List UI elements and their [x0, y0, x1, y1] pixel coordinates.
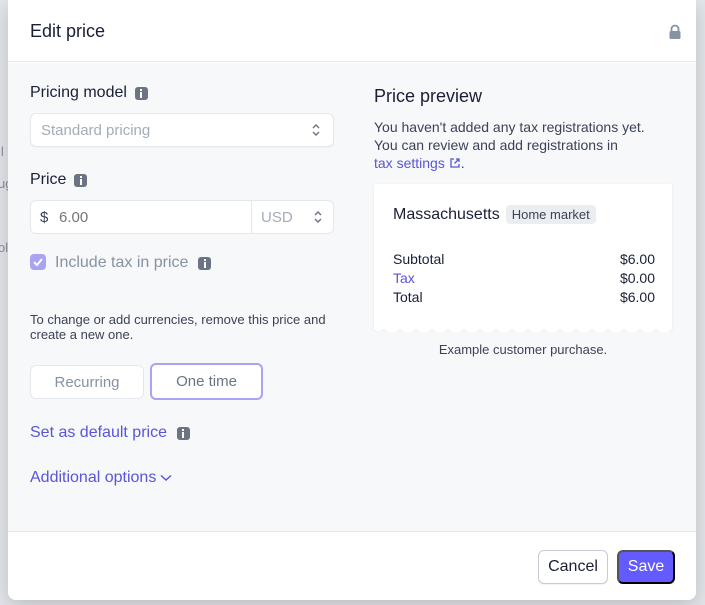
include-tax-checkbox[interactable] — [30, 254, 46, 270]
set-default-price-link[interactable]: Set as default price — [30, 424, 190, 442]
preview-caption: Example customer purchase. — [438, 342, 608, 357]
external-link-icon — [450, 158, 460, 168]
region-row: Massachusetts Home market — [393, 205, 596, 224]
tax-link[interactable]: Tax — [393, 270, 415, 286]
region-name: Massachusetts — [393, 205, 500, 223]
price-preview-description: You haven't added any tax registrations … — [374, 118, 674, 172]
lock-icon — [669, 24, 681, 39]
recurring-button[interactable]: Recurring — [30, 365, 144, 399]
receipt-card: Massachusetts Home market Subtotal $6.00… — [374, 184, 672, 329]
price-label-text: Price — [30, 171, 67, 188]
description-line: You can review and add registrations in — [374, 137, 618, 153]
price-label: Price — [30, 171, 88, 189]
cancel-button[interactable]: Cancel — [538, 550, 608, 584]
info-icon[interactable] — [176, 426, 190, 440]
additional-options-text: Additional options — [30, 469, 157, 486]
save-button[interactable]: Save — [617, 550, 675, 584]
pricing-model-value: Standard pricing — [41, 122, 151, 139]
include-tax-label: Include tax in price — [55, 254, 212, 272]
price-preview-title: Price preview — [374, 86, 483, 106]
include-tax-label-text: Include tax in price — [55, 254, 189, 271]
row-label: Total — [393, 289, 423, 305]
home-market-badge: Home market — [505, 205, 596, 224]
info-icon[interactable] — [134, 86, 148, 100]
receipt-row: Tax $0.00 — [393, 270, 655, 286]
modal-footer: Cancel Save — [8, 531, 696, 600]
description-period: . — [460, 155, 465, 171]
one-time-button[interactable]: One time — [150, 363, 263, 400]
tax-settings-link-text: tax settings — [374, 155, 445, 171]
price-field: $ USD — [30, 200, 334, 234]
modal-title: Edit price — [30, 21, 106, 41]
pricing-model-select[interactable]: Standard pricing — [30, 113, 334, 147]
row-value: $6.00 — [619, 251, 655, 267]
chevron-updown-icon — [312, 124, 320, 136]
set-default-price-text: Set as default price — [30, 424, 167, 441]
row-value: $0.00 — [619, 270, 655, 286]
background-text: ol — [0, 240, 9, 255]
description-line: You haven't added any tax registrations … — [374, 119, 645, 135]
chevron-updown-icon — [314, 211, 322, 223]
currency-select[interactable]: USD — [261, 209, 293, 226]
info-icon[interactable] — [198, 256, 212, 270]
chevron-down-icon — [160, 474, 172, 482]
receipt-row: Total $6.00 — [393, 289, 655, 305]
divider — [251, 201, 252, 233]
receipt-torn-edge — [374, 325, 672, 332]
currency-help-text: To change or add currencies, remove this… — [30, 312, 326, 342]
pricing-model-label: Pricing model — [30, 84, 148, 102]
tax-settings-link[interactable]: tax settings — [374, 155, 461, 171]
description-line: tax settings . — [374, 154, 674, 172]
pricing-model-label-text: Pricing model — [30, 84, 127, 101]
currency-symbol: $ — [40, 209, 49, 226]
background-text: ll — [0, 144, 4, 159]
info-icon[interactable] — [74, 173, 88, 187]
price-input[interactable] — [57, 207, 247, 227]
receipt-row: Subtotal $6.00 — [393, 251, 655, 267]
row-label: Subtotal — [393, 251, 445, 267]
edit-price-modal: Edit price Pricing model Standard pricin… — [8, 0, 696, 600]
modal-body: Pricing model Standard pricing Price $ U… — [8, 63, 696, 531]
modal-header: Edit price — [8, 0, 696, 62]
row-value: $6.00 — [619, 289, 655, 305]
check-icon — [33, 258, 43, 267]
additional-options-link[interactable]: Additional options — [30, 469, 172, 487]
